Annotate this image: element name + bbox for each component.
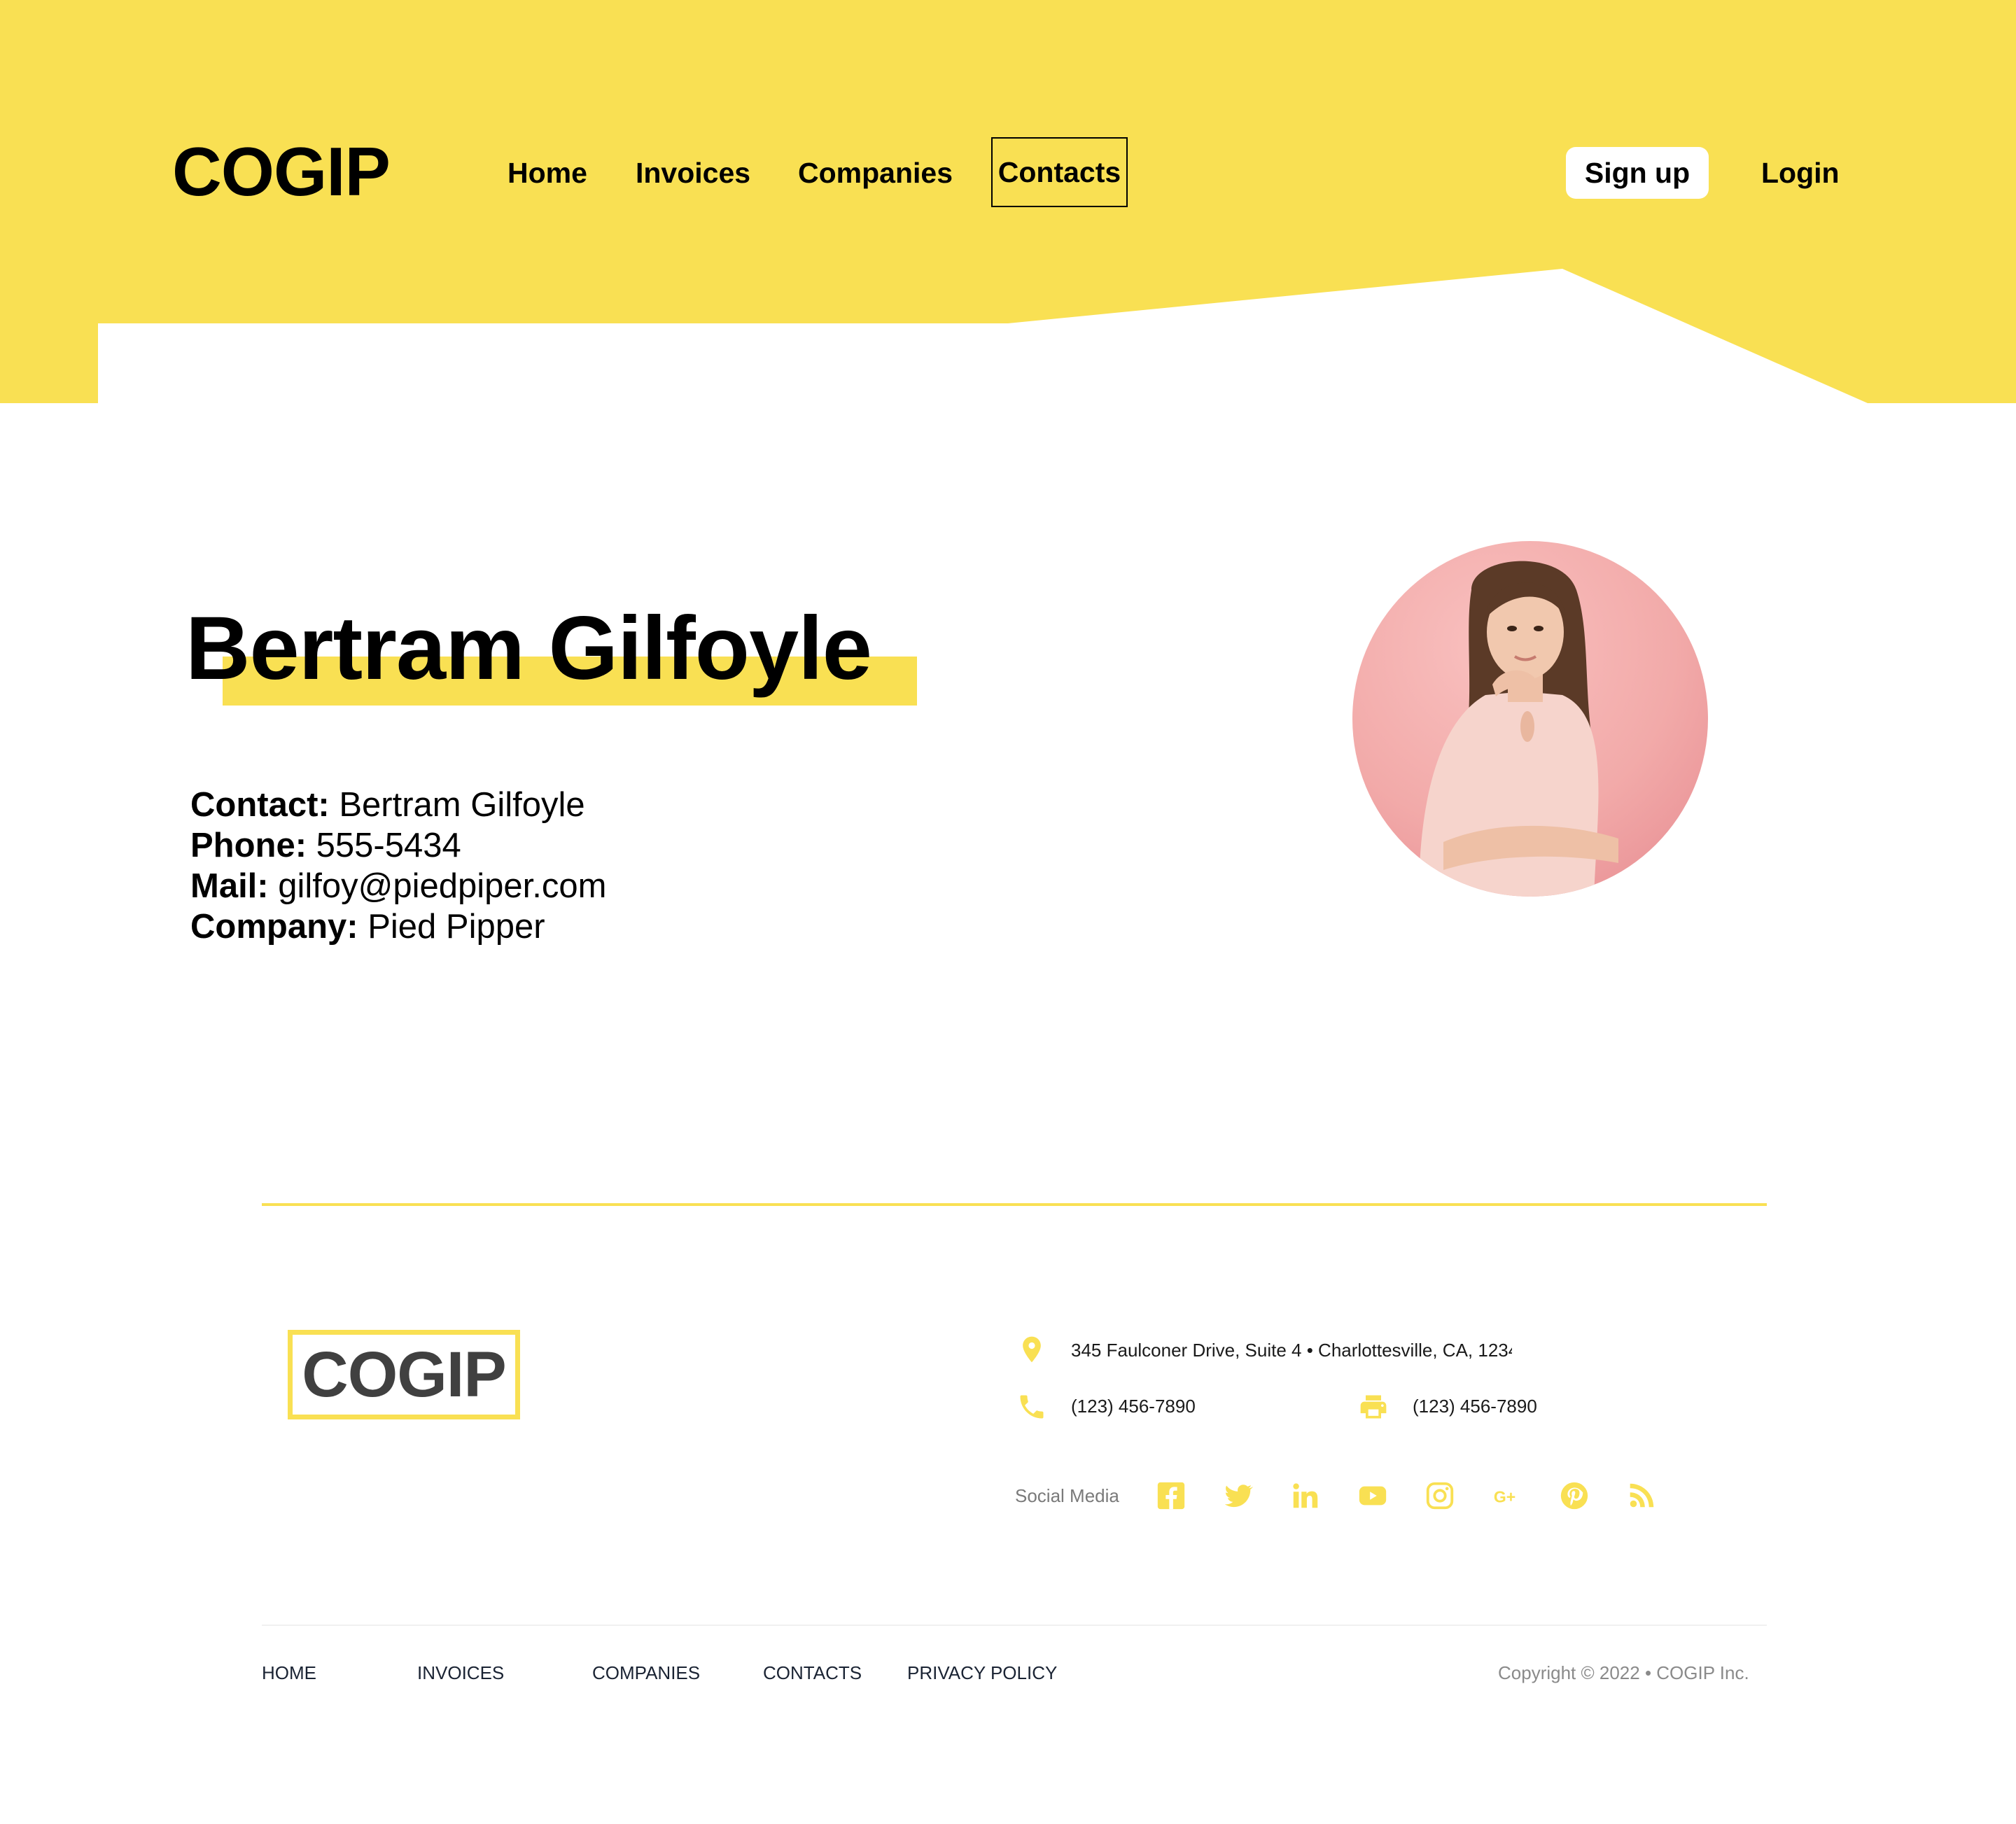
instagram-icon[interactable] [1424, 1480, 1456, 1512]
google-plus-icon[interactable]: G+ [1491, 1480, 1523, 1512]
nav-home[interactable]: Home [507, 153, 587, 193]
page-title: Bertram Gilfoyle [186, 598, 872, 699]
footer-link-companies[interactable]: COMPANIES [592, 1660, 700, 1685]
mail-value: gilfoy@piedpiper.com [278, 867, 607, 905]
phone-label: Phone: [190, 827, 307, 864]
facebook-icon[interactable] [1155, 1480, 1187, 1512]
site-logo[interactable]: COGIP [172, 133, 391, 210]
pinterest-icon[interactable] [1558, 1480, 1590, 1512]
phone-row: Phone: 555-5434 [190, 825, 606, 866]
nav-contacts-active[interactable]: Contacts [991, 137, 1128, 207]
footer-phone: (123) 456-7890 [1071, 1396, 1196, 1417]
footer-link-home[interactable]: HOME [262, 1660, 316, 1685]
footer-fax: (123) 456-7890 [1413, 1396, 1537, 1417]
footer-link-invoices[interactable]: INVOICES [417, 1660, 504, 1685]
svg-text:G+: G+ [1494, 1488, 1516, 1506]
login-button[interactable]: Login [1761, 153, 1840, 193]
nav-companies[interactable]: Companies [798, 153, 953, 193]
footer-link-privacy[interactable]: PRIVACY POLICY [907, 1660, 1057, 1685]
footer-link-contacts[interactable]: CONTACTS [763, 1660, 862, 1685]
nav-invoices[interactable]: Invoices [636, 153, 750, 193]
contact-row: Contact: Bertram Gilfoyle [190, 785, 606, 825]
rss-icon[interactable] [1625, 1480, 1658, 1512]
location-pin-icon [1023, 1336, 1041, 1363]
social-media-label: Social Media [1015, 1485, 1119, 1506]
footer-logo[interactable]: COGIP [288, 1330, 520, 1419]
contact-info: Contact: Bertram Gilfoyle Phone: 555-543… [190, 785, 606, 947]
company-label: Company: [190, 908, 358, 946]
mail-row: Mail: gilfoy@piedpiper.com [190, 866, 606, 906]
contact-avatar [1352, 541, 1708, 897]
company-value: Pied Pipper [368, 908, 545, 946]
signup-button[interactable]: Sign up [1566, 147, 1709, 199]
phone-icon [1020, 1395, 1044, 1419]
mail-label: Mail: [190, 867, 269, 905]
linkedin-icon[interactable] [1289, 1480, 1322, 1512]
contact-label: Contact: [190, 786, 330, 824]
footer-divider [262, 1203, 1767, 1206]
youtube-icon[interactable] [1357, 1480, 1389, 1512]
footer-bottom-divider [262, 1625, 1767, 1626]
printer-icon [1360, 1395, 1387, 1419]
footer-address: 345 Faulconer Drive, Suite 4 • Charlotte… [1071, 1340, 1512, 1361]
person-photo-icon [1419, 561, 1618, 897]
phone-value: 555-5434 [316, 827, 461, 864]
nav-contacts[interactable]: Contacts [998, 152, 1121, 192]
contact-value: Bertram Gilfoyle [339, 786, 585, 824]
copyright-text: Copyright © 2022 • COGIP Inc. [1498, 1662, 1749, 1683]
twitter-icon[interactable] [1222, 1480, 1254, 1512]
company-row: Company: Pied Pipper [190, 906, 606, 947]
